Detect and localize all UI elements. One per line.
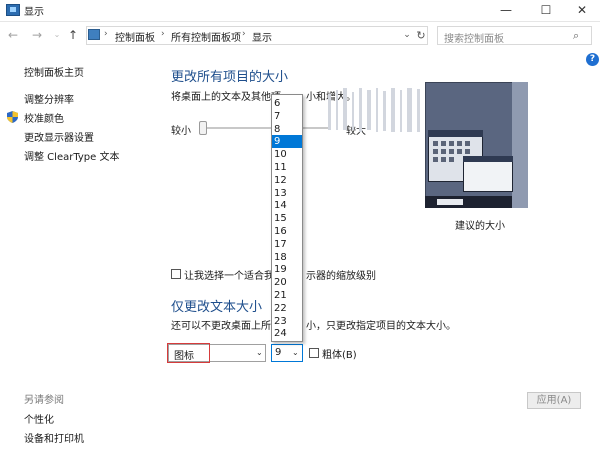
font-size-option[interactable]: 24 (272, 327, 302, 340)
breadcrumb-separator-icon: › (242, 29, 246, 39)
size-select-value: 9 (275, 347, 282, 358)
font-size-option[interactable]: 20 (272, 276, 302, 289)
font-size-option[interactable]: 16 (272, 225, 302, 238)
preview-window-small-titlebar (463, 156, 513, 162)
help-icon[interactable]: ? (586, 53, 599, 66)
search-icon[interactable]: ⌕ (573, 29, 587, 43)
chevron-down-icon: ⌄ (256, 348, 263, 357)
description-text-only-right: 小，只更改指定项目的文本大小。 (306, 321, 456, 332)
address-dropdown-icon[interactable]: ⌄ (400, 26, 414, 45)
bold-checkbox[interactable] (309, 348, 319, 358)
custom-scaling-label-left: 让我选择一个适合我的 (184, 271, 284, 282)
font-size-option[interactable]: 18 (272, 251, 302, 264)
size-slider-track[interactable] (199, 127, 329, 129)
bold-label: 粗体(B) (322, 350, 357, 361)
font-size-option[interactable]: 10 (272, 148, 302, 161)
see-also-personalization[interactable]: 个性化 (24, 411, 54, 426)
custom-scaling-label-right: 示器的缩放级别 (306, 271, 376, 282)
breadcrumb-separator-icon: › (104, 29, 108, 39)
item-select-highlight (167, 343, 210, 363)
up-button[interactable]: ↑ (66, 27, 80, 43)
close-button[interactable]: ✕ (564, 0, 600, 22)
preview-monitor-edge (512, 82, 528, 208)
search-input[interactable]: 搜索控制面板 (437, 26, 592, 45)
font-size-option[interactable]: 9 (272, 135, 302, 149)
slider-small-label: 较小 (171, 126, 191, 137)
font-size-option[interactable]: 14 (272, 199, 302, 212)
preview-transition-graphic (328, 88, 420, 132)
preview-caption: 建议的大小 (455, 221, 505, 232)
sidebar-item-display-settings[interactable]: 更改显示器设置 (24, 129, 94, 144)
display-app-icon (6, 4, 20, 16)
custom-scaling-checkbox[interactable] (171, 269, 181, 279)
description-text-only-left: 还可以不更改桌面上所有 (171, 321, 281, 332)
maximize-button[interactable]: ☐ (528, 0, 564, 22)
preview-taskbar-item (437, 199, 463, 205)
see-also-devices-printers[interactable]: 设备和打印机 (24, 430, 84, 445)
font-size-option[interactable]: 17 (272, 238, 302, 251)
recent-locations-chevron-icon[interactable]: ⌄ (50, 27, 64, 43)
breadcrumb-display[interactable]: 显示 (252, 29, 272, 44)
font-size-option[interactable]: 12 (272, 174, 302, 187)
refresh-icon[interactable]: ↻ (414, 26, 428, 45)
font-size-option[interactable]: 19 (272, 263, 302, 276)
font-size-option[interactable]: 13 (272, 187, 302, 200)
heading-text-size-only: 仅更改文本大小 (171, 300, 263, 315)
heading-change-all-sizes: 更改所有项目的大小 (171, 70, 289, 85)
font-size-option[interactable]: 7 (272, 110, 302, 123)
sidebar-item-cleartype[interactable]: 调整 ClearType 文本 (24, 148, 119, 163)
sidebar-home-link[interactable]: 控制面板主页 (24, 64, 84, 79)
font-size-option[interactable]: 15 (272, 212, 302, 225)
font-size-option[interactable]: 23 (272, 315, 302, 328)
font-size-option[interactable]: 11 (272, 161, 302, 174)
minimize-button[interactable]: — (488, 0, 524, 22)
description-change-all-left: 将桌面上的文本及其他项 (171, 92, 281, 103)
font-size-option[interactable]: 21 (272, 289, 302, 302)
shield-icon (7, 111, 18, 123)
window-title: 显示 (24, 7, 44, 18)
font-size-option[interactable]: 6 (272, 97, 302, 110)
forward-button[interactable]: → (30, 27, 44, 43)
control-panel-icon (88, 29, 100, 40)
sidebar-item-resolution[interactable]: 调整分辨率 (24, 91, 74, 106)
apply-button[interactable]: 应用(A) (527, 392, 581, 409)
sidebar-item-calibrate[interactable]: 校准颜色 (24, 110, 64, 125)
see-also-heading: 另请参阅 (24, 395, 64, 406)
chevron-down-icon: ⌄ (292, 348, 299, 357)
font-size-option[interactable]: 22 (272, 302, 302, 315)
font-size-option[interactable]: 8 (272, 123, 302, 136)
preview-window-titlebar (428, 130, 483, 137)
breadcrumb-all-items[interactable]: 所有控制面板项 (171, 29, 241, 44)
size-slider-thumb[interactable] (199, 121, 207, 135)
breadcrumb-control-panel[interactable]: 控制面板 (115, 29, 155, 44)
back-button[interactable]: ← (6, 27, 20, 43)
breadcrumb-separator-icon: › (161, 29, 165, 39)
